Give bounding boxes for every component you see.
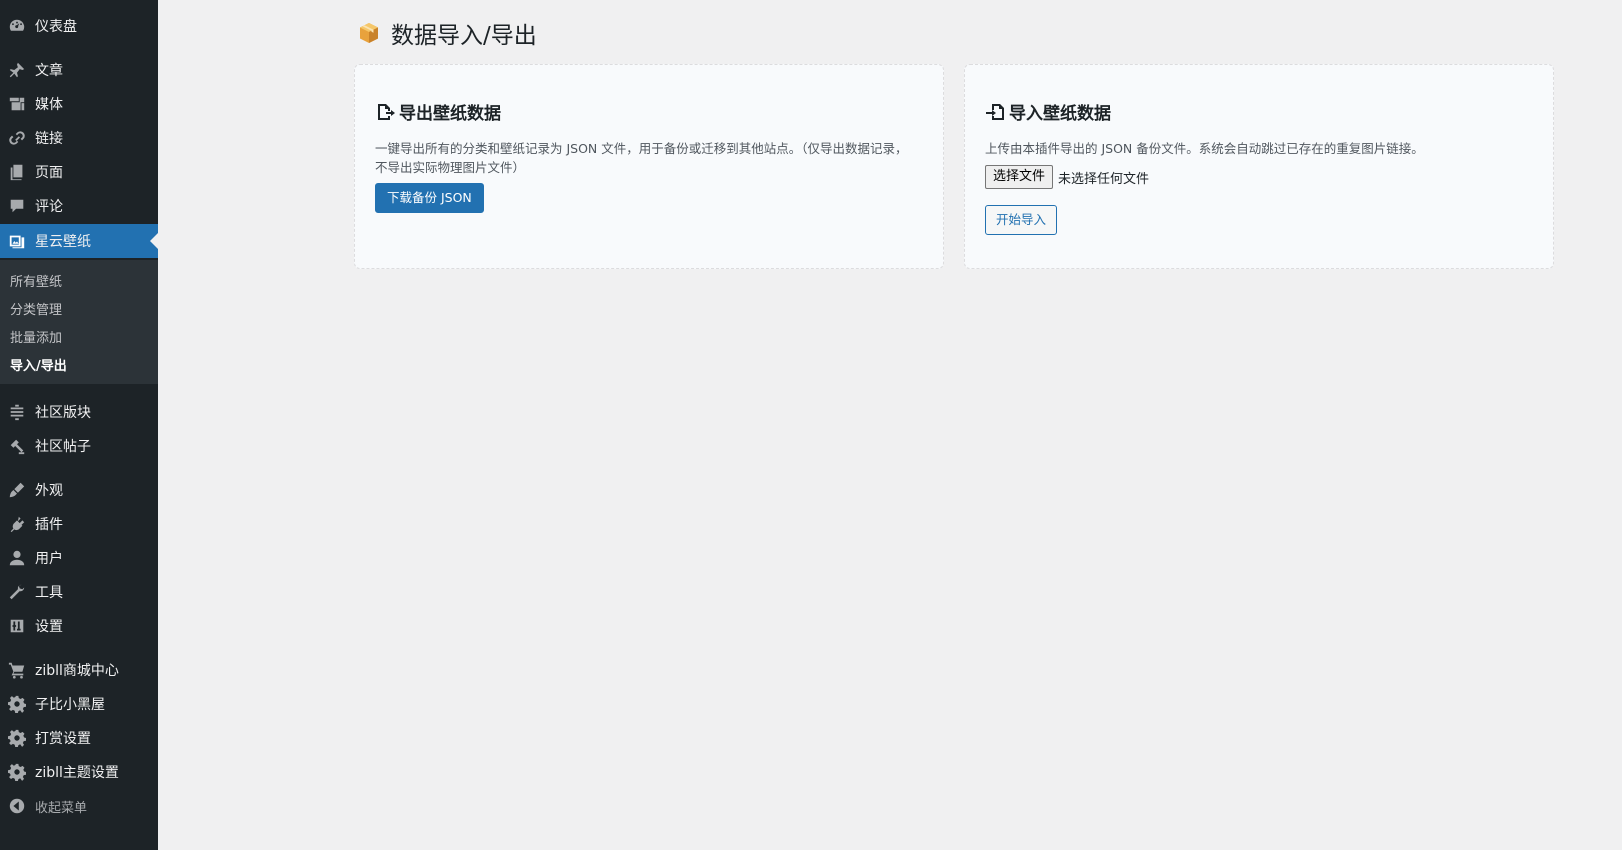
download-backup-button[interactable]: 下载备份 JSON	[375, 183, 484, 213]
page-icon	[8, 163, 26, 181]
export-card-title: 导出壁纸数据	[375, 99, 501, 124]
sidebar-item-label: 媒体	[35, 97, 63, 113]
sidebar-item-settings[interactable]: 设置	[0, 609, 158, 643]
gear-icon	[8, 763, 26, 781]
sidebar-item-label: 插件	[35, 517, 63, 533]
package-icon	[360, 23, 378, 43]
dashboard-icon	[8, 17, 26, 35]
submenu-item-bulk-add[interactable]: 批量添加	[10, 327, 62, 346]
gallery-icon	[8, 232, 26, 250]
sidebar-item-community-boards[interactable]: 社区版块	[0, 395, 158, 429]
file-status-text: 未选择任何文件	[1058, 171, 1150, 187]
choose-file-button[interactable]: 选择文件	[985, 165, 1054, 189]
sidebar-item-media[interactable]: 媒体	[0, 87, 158, 121]
sidebar-item-community-posts[interactable]: 社区帖子	[0, 429, 158, 463]
sidebar-item-reward-settings[interactable]: 打赏设置	[0, 721, 158, 755]
comment-icon	[8, 197, 26, 215]
sidebar-item-label: 工具	[35, 585, 63, 601]
sidebar-item-links[interactable]: 链接	[0, 121, 158, 155]
sidebar-item-label: 收起菜单	[35, 800, 88, 816]
sidebar-item-plugins[interactable]: 插件	[0, 507, 158, 541]
sidebar-item-label: 社区帖子	[35, 439, 91, 455]
user-icon	[8, 549, 26, 567]
wrench-icon	[8, 583, 26, 601]
sidebar-item-label: 文章	[35, 63, 63, 79]
submenu-item-categories[interactable]: 分类管理	[10, 299, 62, 318]
import-card-title: 导入壁纸数据	[985, 99, 1111, 124]
file-import-icon	[986, 103, 1004, 120]
export-card-description: 一键导出所有的分类和壁纸记录为 JSON 文件，用于备份或迁移到其他站点。（仅导…	[375, 141, 908, 175]
page-title: 数据导入/导出	[391, 23, 537, 49]
sidebar-item-zibll-theme-settings[interactable]: zibll主题设置	[0, 755, 158, 789]
gear-icon	[8, 729, 26, 747]
file-picker: 选择文件 未选择任何文件	[985, 165, 1149, 189]
submenu-item-import-export[interactable]: 导入/导出	[10, 355, 67, 374]
sidebar-item-comments[interactable]: 评论	[0, 189, 158, 223]
sidebar-item-wallpapers[interactable]: 星云壁纸	[0, 224, 158, 258]
admin-sidebar: 仪表盘 文章 媒体 链接 页面 评论 星云壁纸 所有壁纸 分类管理 批量添加 导…	[0, 0, 158, 850]
sidebar-item-posts[interactable]: 文章	[0, 53, 158, 87]
settings-icon	[8, 617, 26, 635]
plugin-icon	[8, 515, 26, 533]
sidebar-item-label: 子比小黑屋	[35, 697, 105, 713]
sidebar-item-label: 页面	[35, 165, 63, 181]
link-icon	[8, 129, 26, 147]
sidebar-item-appearance[interactable]: 外观	[0, 473, 158, 507]
export-card: 导出壁纸数据 一键导出所有的分类和壁纸记录为 JSON 文件，用于备份或迁移到其…	[354, 64, 944, 269]
sidebar-item-label: 评论	[35, 199, 63, 215]
sidebar-item-label: 打赏设置	[35, 731, 91, 747]
cart-icon	[8, 661, 26, 679]
sidebar-item-label: 社区版块	[35, 405, 91, 421]
sidebar-item-label: 外观	[35, 483, 63, 499]
import-card-title-text: 导入壁纸数据	[1009, 104, 1111, 124]
file-export-icon	[378, 103, 395, 120]
media-icon	[8, 95, 26, 113]
sidebar-item-pages[interactable]: 页面	[0, 155, 158, 189]
sidebar-item-label: 用户	[35, 551, 63, 567]
sidebar-item-zibi-blackroom[interactable]: 子比小黑屋	[0, 687, 158, 721]
sidebar-item-label: 链接	[35, 131, 63, 147]
pin-icon	[8, 61, 26, 79]
wallpaper-submenu: 所有壁纸 分类管理 批量添加 导入/导出	[0, 260, 158, 384]
sidebar-item-label: 设置	[35, 619, 63, 635]
brush-icon	[8, 481, 26, 499]
export-card-title-text: 导出壁纸数据	[399, 104, 501, 124]
import-card: 导入壁纸数据 上传由本插件导出的 JSON 备份文件。系统会自动跳过已存在的重复…	[964, 64, 1554, 269]
sidebar-item-label: 仪表盘	[35, 19, 77, 35]
start-import-button[interactable]: 开始导入	[985, 205, 1058, 235]
sidebar-collapse-menu[interactable]: 收起菜单	[0, 789, 158, 823]
sidebar-item-tools[interactable]: 工具	[0, 575, 158, 609]
hammer-icon	[8, 437, 26, 455]
sidebar-item-zibll-shop[interactable]: zibll商城中心	[0, 653, 158, 687]
sidebar-item-label: zibll商城中心	[35, 663, 119, 679]
sidebar-item-users[interactable]: 用户	[0, 541, 158, 575]
submenu-item-all-wallpapers[interactable]: 所有壁纸	[10, 271, 62, 290]
gear-icon	[8, 695, 26, 713]
import-card-description: 上传由本插件导出的 JSON 备份文件。系统会自动跳过已存在的重复图片链接。	[985, 141, 1424, 156]
sidebar-item-label: zibll主题设置	[35, 765, 119, 781]
collapse-icon	[8, 797, 26, 815]
layers-icon	[8, 403, 26, 421]
sidebar-item-label: 星云壁纸	[35, 234, 91, 250]
page-header: 数据导入/导出	[357, 16, 537, 50]
sidebar-item-dashboard[interactable]: 仪表盘	[0, 9, 158, 43]
